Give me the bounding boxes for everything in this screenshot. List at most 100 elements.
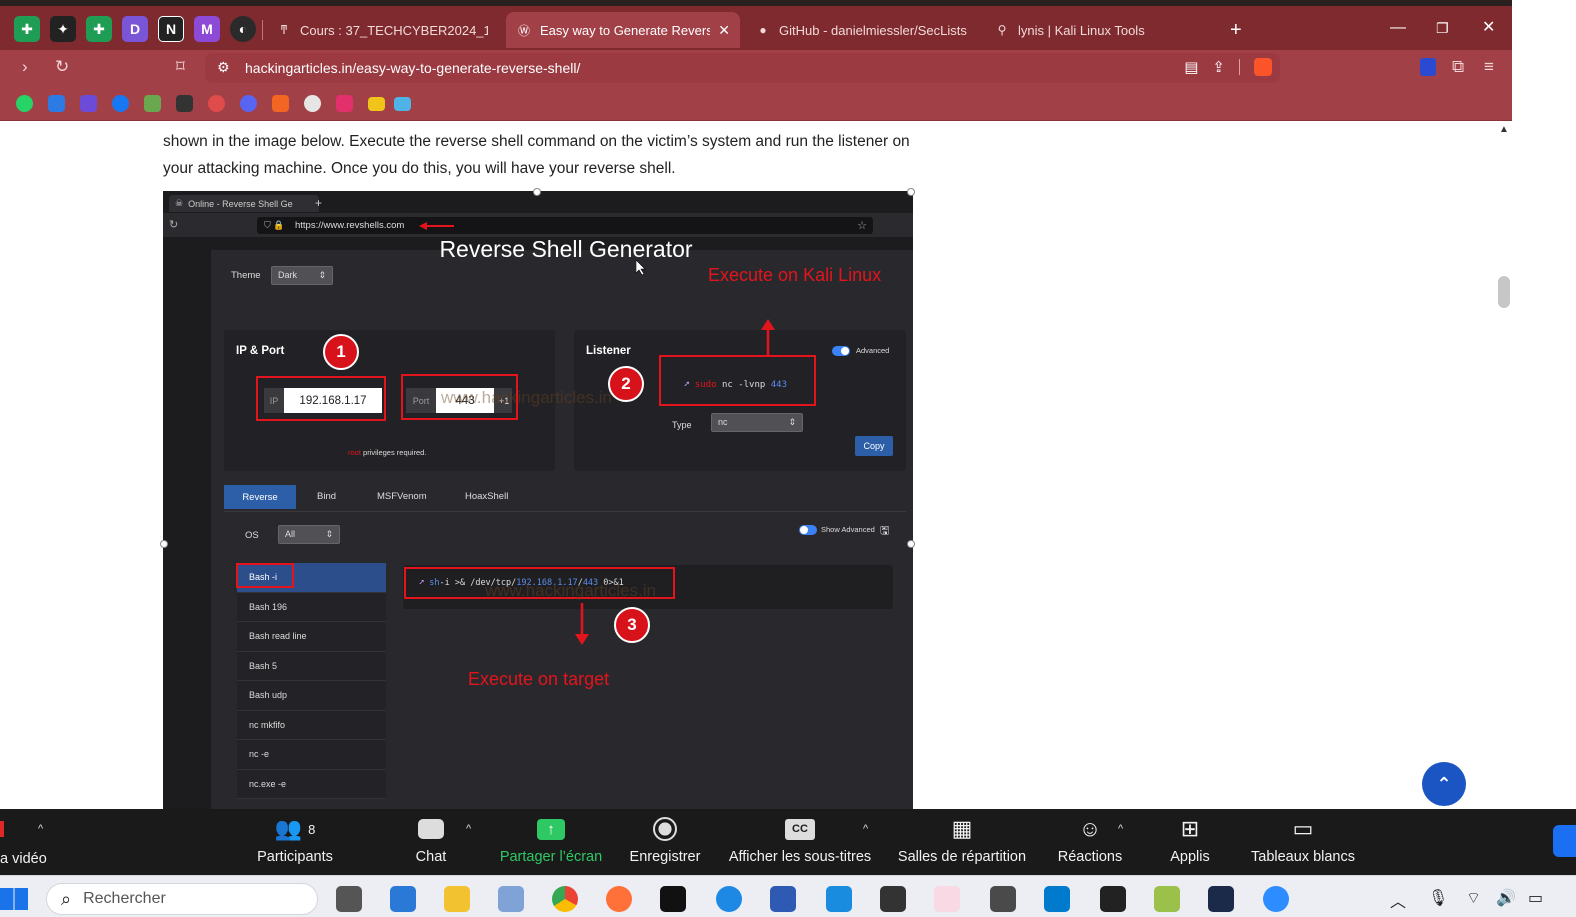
site-settings-icon[interactable]: ⚙ xyxy=(217,59,230,76)
taskbar-search-box[interactable]: ⌕ Rechercher xyxy=(46,883,318,915)
reactions-options-caret-icon[interactable]: ^ xyxy=(1118,823,1123,835)
extensions-icon[interactable]: ⧉ xyxy=(1452,58,1464,76)
forward-icon[interactable]: › xyxy=(22,58,28,76)
tab-lynis[interactable]: ⚲ lynis | Kali Linux Tools xyxy=(984,12,1216,48)
microphone-icon[interactable]: 🎙 xyxy=(1428,888,1448,908)
bookmark-net-icon[interactable] xyxy=(176,95,193,112)
pinned-tab-sheets-icon[interactable]: ✚ xyxy=(14,16,40,42)
firefox-icon[interactable] xyxy=(606,886,632,912)
os-value: All xyxy=(285,529,296,539)
restore-icon[interactable]: ❐ xyxy=(1436,20,1449,36)
menu-icon[interactable]: ≡ xyxy=(1484,58,1494,76)
breakout-rooms-label: Salles de répartition xyxy=(897,849,1027,865)
participants-button[interactable]: 👥 8 Participants xyxy=(250,809,340,875)
watermark-text: www.hackingarticles.in xyxy=(485,581,657,600)
scroll-up-icon[interactable]: ▲ xyxy=(1499,124,1509,135)
subtitles-options-caret-icon[interactable]: ^ xyxy=(863,823,868,835)
page-scrollbar[interactable] xyxy=(1495,121,1512,809)
video-button-label[interactable]: a vidéo xyxy=(0,851,47,867)
store-icon[interactable] xyxy=(390,886,416,912)
minimize-icon[interactable]: — xyxy=(1390,20,1406,36)
search-icon: ⌕ xyxy=(61,888,72,909)
image-url-text: https://www.revshells.com xyxy=(295,220,405,231)
breakout-rooms-button[interactable]: ▦ Salles de répartition xyxy=(892,809,1032,875)
bookmark-grid-icon[interactable] xyxy=(144,95,161,112)
zoom-icon[interactable] xyxy=(1263,886,1289,912)
address-bar[interactable]: ⚙ hackingarticles.in/easy-way-to-generat… xyxy=(205,53,1280,83)
close-window-icon[interactable]: ✕ xyxy=(1482,20,1495,36)
tab-title: Easy way to Generate Reverse Sh xyxy=(540,22,711,38)
participants-icon: 👥 8 xyxy=(274,816,316,841)
record-button[interactable]: Enregistrer xyxy=(622,809,708,875)
terminal-icon[interactable] xyxy=(660,886,686,912)
bookmark-screen-icon[interactable] xyxy=(394,97,411,111)
remote-desktop-icon[interactable] xyxy=(826,886,852,912)
zoom-side-button[interactable] xyxy=(1553,825,1576,857)
whiteboards-button[interactable]: ▭ Tableaux blancs xyxy=(1244,809,1362,875)
pinned-tab-sheets2-icon[interactable]: ✚ xyxy=(86,16,112,42)
bookmarks-bar xyxy=(0,86,1512,121)
edge-icon[interactable] xyxy=(716,886,742,912)
folder-icon[interactable] xyxy=(368,97,385,111)
theme-select: Dark ⇕ xyxy=(271,266,333,285)
shell-item-nc-e: nc -e xyxy=(237,740,386,770)
powershell-icon[interactable] xyxy=(770,886,796,912)
slack-icon[interactable] xyxy=(934,886,960,912)
apps-button[interactable]: ⊞ Applis xyxy=(1160,809,1220,875)
vscode-icon[interactable] xyxy=(1044,886,1070,912)
pinned-tab-app-icon[interactable]: ✦ xyxy=(50,16,76,42)
pinned-tab-chrome-icon[interactable]: ◐ xyxy=(230,16,256,42)
listener-highlight-box xyxy=(659,355,816,406)
reload-icon[interactable]: ↻ xyxy=(55,58,69,76)
app-arrow-icon[interactable] xyxy=(1208,886,1234,912)
windows-start-icon[interactable] xyxy=(0,888,28,910)
cmd-icon[interactable] xyxy=(880,886,906,912)
tab-reverse-shell[interactable]: Ⓦ Easy way to Generate Reverse Sh ✕ xyxy=(506,12,740,48)
facebook-icon[interactable] xyxy=(112,95,129,112)
red-arrow-down-icon xyxy=(575,603,589,645)
back-to-top-button[interactable]: ⌃ xyxy=(1422,762,1466,806)
pinned-tab-d-icon[interactable]: D xyxy=(122,16,148,42)
bookmark-p-icon[interactable] xyxy=(80,95,97,112)
discord-icon[interactable] xyxy=(240,95,257,112)
bookmark-icon[interactable]: ⌑ xyxy=(176,58,185,76)
tab-github[interactable]: ● GitHub - danielmiessler/SecLists: Sec xyxy=(745,12,977,48)
app-r-icon[interactable] xyxy=(1100,886,1126,912)
tray-overflow-icon[interactable]: ︿ xyxy=(1390,888,1406,912)
tab-cours[interactable]: ͳ Cours : 37_TECHCYBER2024_1 CYBER xyxy=(266,12,498,48)
calculator-icon[interactable] xyxy=(990,886,1016,912)
volume-icon[interactable]: 🔊 xyxy=(1496,888,1516,908)
pinned-tab-notion-icon[interactable]: N xyxy=(158,16,184,42)
notepad-plus-icon[interactable] xyxy=(1154,886,1180,912)
chrome-icon[interactable] xyxy=(552,886,578,912)
whatsapp-icon[interactable] xyxy=(16,95,33,112)
chat-options-caret-icon[interactable]: ^ xyxy=(466,823,471,835)
url-text[interactable]: hackingarticles.in/easy-way-to-generate-… xyxy=(245,60,580,76)
battery-icon[interactable]: ▭ xyxy=(1528,888,1543,908)
tab-close-icon[interactable]: ✕ xyxy=(718,22,730,39)
video-options-caret-icon[interactable]: ^ xyxy=(38,823,43,835)
task-view-icon[interactable] xyxy=(336,886,362,912)
bookmark-cloud-icon[interactable] xyxy=(208,95,225,112)
file-explorer-icon[interactable] xyxy=(444,886,470,912)
scrollbar-thumb[interactable] xyxy=(1498,276,1510,308)
subtitles-button[interactable]: CC Afficher les sous-titres xyxy=(722,809,878,875)
chat-button[interactable]: Chat xyxy=(406,809,456,875)
app-chart-icon[interactable] xyxy=(498,886,524,912)
bookmark-orange-icon[interactable] xyxy=(272,95,289,112)
reader-mode-icon[interactable]: ▤ xyxy=(1184,58,1198,76)
os-label: OS xyxy=(245,530,259,541)
share-icon[interactable]: ⇪ xyxy=(1212,58,1225,76)
share-screen-button[interactable]: ↑ Partager l’écran xyxy=(494,809,608,875)
chatgpt-icon[interactable] xyxy=(304,95,321,112)
bitwarden-icon[interactable] xyxy=(1420,58,1436,76)
reactions-button[interactable]: ☺ Réactions xyxy=(1050,809,1130,875)
new-tab-button[interactable]: + xyxy=(1230,20,1242,40)
instagram-icon[interactable] xyxy=(336,95,353,112)
brave-shield-icon[interactable] xyxy=(1254,58,1272,76)
wifi-icon[interactable]: ⌔ xyxy=(1466,888,1481,908)
whiteboards-label: Tableaux blancs xyxy=(1251,849,1355,865)
bookmark-s-icon[interactable] xyxy=(48,95,65,112)
kali-icon: ⚲ xyxy=(997,23,1007,37)
pinned-tab-mail-icon[interactable]: M xyxy=(194,16,220,42)
